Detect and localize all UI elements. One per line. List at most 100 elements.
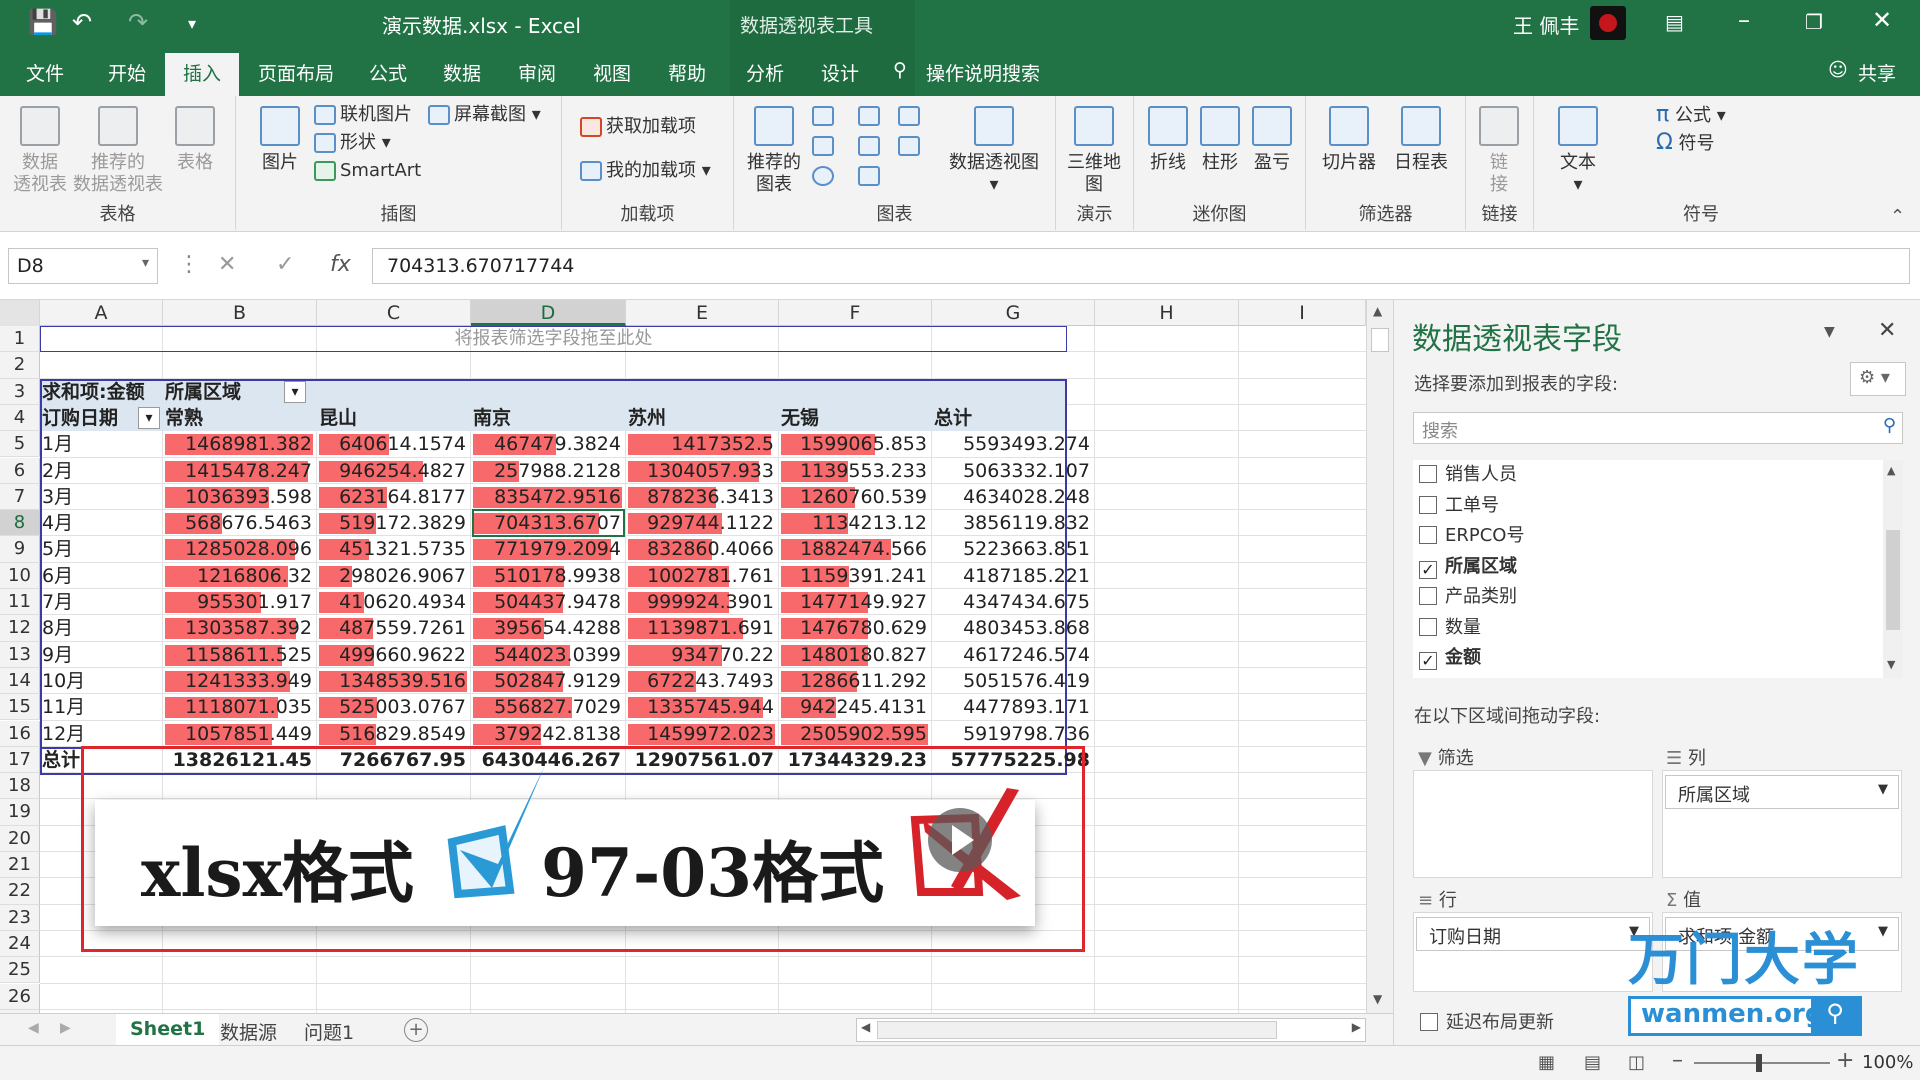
shapes-button[interactable]: 形状 ▾ [314,132,391,154]
pivot-value-cell[interactable]: 934770.22 [628,642,777,668]
pivot-value-cell[interactable]: 467479.3824 [473,431,624,457]
scroll-left-icon[interactable]: ◀ [861,1020,870,1034]
sheet-tab-question1[interactable]: 问题1 [290,1014,368,1048]
row-header-18[interactable]: 18 [0,773,40,800]
pivot-value-cell[interactable]: 1002781.761 [628,563,777,589]
pivot-value-cell[interactable]: 410620.4934 [319,589,469,615]
field-item[interactable]: ERPCO号 [1413,521,1524,551]
column-filter-dropdown-icon[interactable]: ▾ [284,380,306,403]
pivot-value-cell[interactable]: 544023.0399 [473,642,624,668]
pivot-column-header[interactable]: 苏州 [628,405,777,431]
scroll-right-icon[interactable]: ▶ [1352,1020,1361,1034]
row-header-6[interactable]: 6 [0,457,40,484]
tab-page-layout[interactable]: 页面布局 [258,59,334,86]
line-chart-icon[interactable] [812,136,834,156]
pivot-value-cell[interactable]: 525003.0767 [319,694,469,720]
add-sheet-icon[interactable]: + [404,1018,428,1042]
pivot-row-label[interactable]: 4月 [42,510,161,536]
pivot-value-cell[interactable]: 3856119.832 [934,510,1093,536]
pivot-column-header[interactable]: 常熟 [165,405,315,431]
pivot-value-cell[interactable]: 5919798.736 [934,721,1093,747]
formula-input[interactable]: 704313.670717744 [372,248,1910,284]
row-header-2[interactable]: 2 [0,352,40,379]
pivot-value-cell[interactable]: 5051576.419 [934,668,1093,694]
share-button[interactable]: 共享 [1858,59,1896,86]
pie-chart-icon[interactable] [812,166,834,186]
recommended-pivot-button[interactable]: 推荐的 数据透视表 [72,106,164,196]
field-item[interactable]: 数量 [1413,613,1481,643]
pivot-row-label[interactable]: 1月 [42,431,161,457]
pivot-row-label[interactable]: 2月 [42,458,161,484]
pivot-value-cell[interactable]: 487559.7261 [319,615,469,641]
pivot-value-cell[interactable]: 519172.3829 [319,510,469,536]
checked-checkbox-icon[interactable]: ✓ [1419,652,1437,670]
zoom-thumb[interactable] [1756,1054,1762,1072]
pivot-value-cell[interactable]: 1241333.949 [165,668,315,694]
pivot-row-label[interactable]: 9月 [42,642,161,668]
pivot-value-cell[interactable]: 4477893.171 [934,694,1093,720]
pivot-value-cell[interactable]: 2505902.595 [781,721,930,747]
pivot-value-cell[interactable]: 1139871.691 [628,615,777,641]
pivot-value-cell[interactable]: 4347434.675 [934,589,1093,615]
pivot-row-label[interactable]: 8月 [42,615,161,641]
column-header-c[interactable]: C [317,300,471,326]
column-header-e[interactable]: E [626,300,779,326]
pivot-value-cell[interactable]: 999924.3901 [628,589,777,615]
sheet-tab-source[interactable]: 数据源 [206,1014,291,1048]
pivot-value-cell[interactable]: 298026.9067 [319,563,469,589]
pivot-value-cell[interactable]: 1417352.5 [628,431,777,457]
h-scroll-thumb[interactable] [877,1021,1277,1039]
undo-icon[interactable]: ↶ [72,8,92,36]
pane-close-icon[interactable]: ✕ [1878,318,1896,343]
pivot-value-cell[interactable]: 5063332.107 [934,458,1093,484]
pivot-value-cell[interactable]: 672243.7493 [628,668,777,694]
pivot-value-cell[interactable]: 395654.4288 [473,615,624,641]
pivot-row-label[interactable]: 12月 [42,721,161,747]
row-header-13[interactable]: 13 [0,641,40,668]
row-header-12[interactable]: 12 [0,615,40,642]
sheet-tab-sheet1[interactable]: Sheet1 [116,1014,220,1048]
pivot-value-cell[interactable]: 451321.5735 [319,536,469,562]
row-header-20[interactable]: 20 [0,825,40,852]
pivot-value-cell[interactable]: 1303587.392 [165,615,315,641]
pivot-column-header[interactable]: 无锡 [781,405,930,431]
horizontal-scrollbar[interactable]: ◀ ▶ [856,1018,1366,1042]
enter-icon[interactable]: ✓ [276,252,294,277]
row-header-14[interactable]: 14 [0,667,40,695]
insert-function-icon[interactable]: fx [330,252,351,277]
row-header-15[interactable]: 15 [0,694,40,721]
pivot-value-cell[interactable]: 4187185.221 [934,563,1093,589]
pivot-value-cell[interactable]: 832860.4066 [628,536,777,562]
pivot-value-cell[interactable]: 1882474.566 [781,536,930,562]
save-icon[interactable]: 💾 [28,8,58,36]
pivot-value-cell[interactable]: 946254.4827 [319,458,469,484]
picture-button[interactable]: 图片 [252,106,308,174]
pivot-value-cell[interactable]: 1459972.023 [628,721,777,747]
pivot-value-cell[interactable]: 878236.3413 [628,484,777,510]
close-icon[interactable]: ✕ [1872,6,1892,34]
scroll-down-icon[interactable]: ▼ [1373,992,1382,1006]
collapse-ribbon-icon[interactable]: ⌃ [1890,206,1905,227]
pivot-value-cell[interactable]: 5223663.851 [934,536,1093,562]
pivot-value-cell[interactable]: 1158611.525 [165,642,315,668]
pivot-value-cell[interactable]: 1285028.096 [165,536,315,562]
columns-area[interactable]: 所属区域 ▼ [1662,770,1902,878]
pivot-value-cell[interactable]: 1468981.382 [165,431,315,457]
pivot-value-cell[interactable]: 1134213.12 [781,510,930,536]
zoom-out-icon[interactable]: – [1672,1048,1683,1073]
equation-button[interactable]: π 公式 ▾ [1656,104,1726,127]
zoom-in-icon[interactable]: + [1836,1048,1854,1073]
pivot-value-cell[interactable]: 502847.9129 [473,668,624,694]
pivot-value-cell[interactable]: 257988.2128 [473,458,624,484]
pivot-value-cell[interactable]: 1599065.853 [781,431,930,457]
row-header-5[interactable]: 5 [0,431,40,458]
pivot-value-cell[interactable]: 516829.8549 [319,721,469,747]
pivot-value-cell[interactable]: 1480180.827 [781,642,930,668]
tab-insert[interactable]: 插入 [165,53,240,96]
pane-options-icon[interactable]: ▼ [1824,324,1835,340]
row-header-22[interactable]: 22 [0,878,40,905]
pivot-row-label[interactable]: 7月 [42,589,161,615]
checkbox-icon[interactable] [1419,465,1437,483]
row-header-21[interactable]: 21 [0,852,40,879]
normal-view-icon[interactable]: ▦ [1538,1052,1555,1073]
